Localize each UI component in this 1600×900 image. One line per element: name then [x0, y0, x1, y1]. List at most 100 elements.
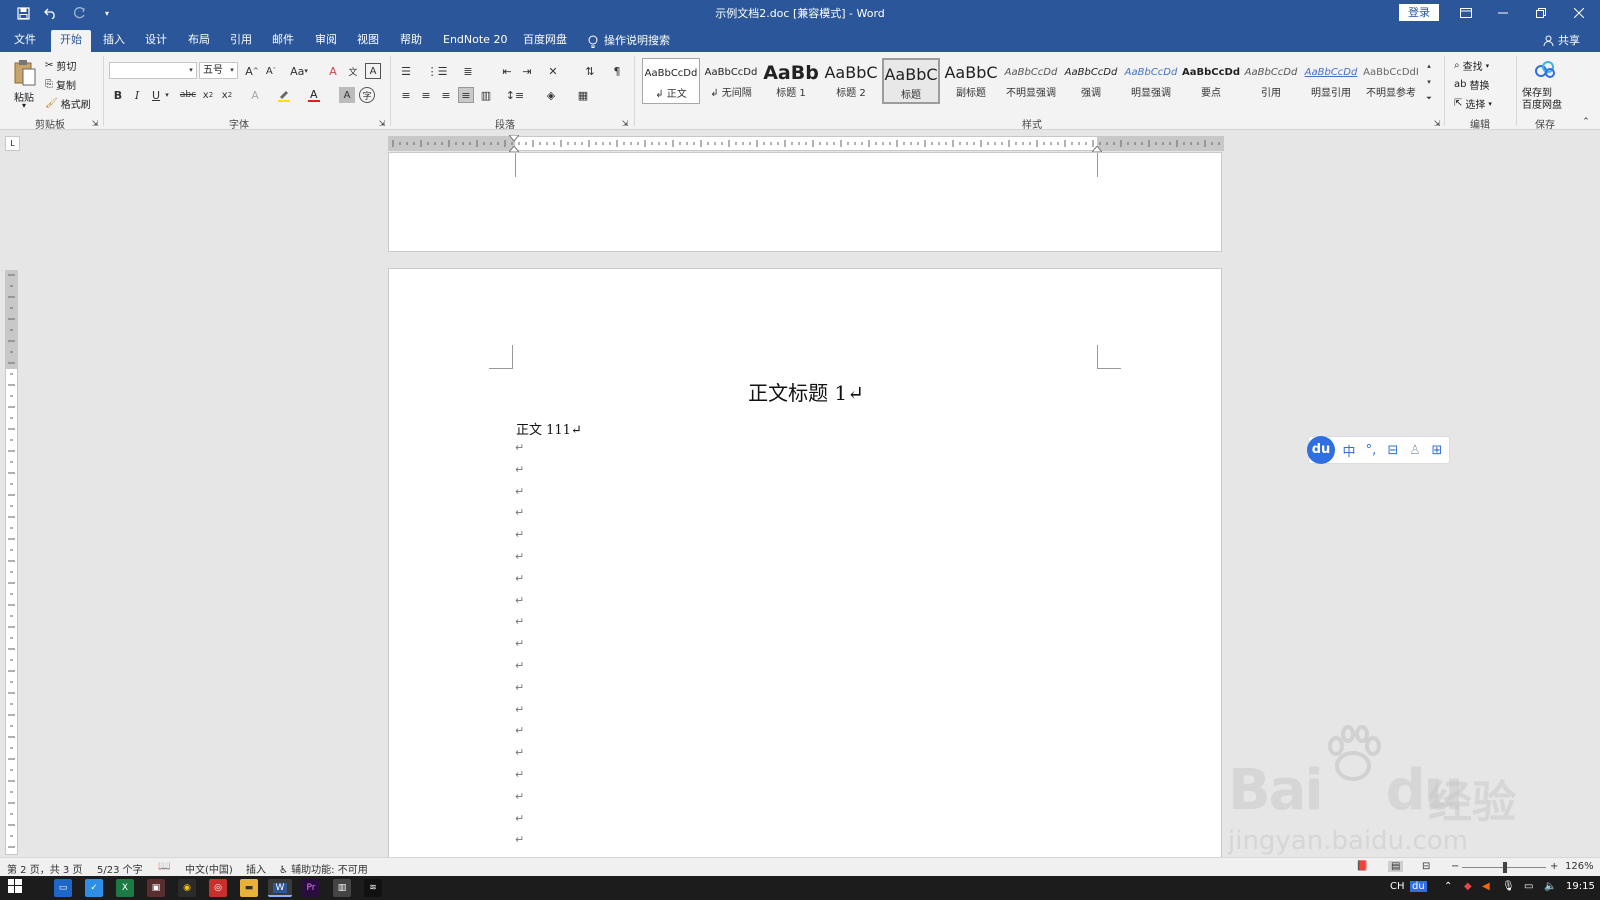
ime-lang-indicator[interactable]: CH: [1390, 881, 1405, 892]
premiere-icon[interactable]: Pr: [302, 879, 320, 897]
character-shading-icon[interactable]: A: [339, 87, 355, 103]
document-page[interactable]: 正文标题 1↵ 正文 111↵ ↵ ↵ ↵ ↵ ↵ ↵ ↵ ↵ ↵ ↵ ↵ ↵ ↵ ↵ ↵ ↵ ↵ ↵ ↵: [388, 268, 1222, 858]
style-subtle-emphasis[interactable]: AaBbCcDd 不明显强调: [1002, 58, 1060, 104]
ime-language-toggle[interactable]: 中: [1341, 441, 1357, 460]
tab-insert[interactable]: 插入: [97, 30, 131, 52]
volume-icon[interactable]: 🔈: [1544, 881, 1556, 892]
horizontal-ruler[interactable]: [388, 133, 1224, 153]
language-indicator[interactable]: 中文(中国): [185, 861, 233, 876]
ribbon-display-options-icon[interactable]: [1447, 0, 1485, 26]
zoom-in-icon[interactable]: +: [1550, 861, 1558, 872]
tray-expand-icon[interactable]: ⌃: [1444, 881, 1452, 892]
font-name-dropdown-icon[interactable]: ▾: [186, 63, 196, 77]
paste-icon[interactable]: [12, 58, 38, 88]
tell-me-search[interactable]: 操作说明搜索: [582, 30, 676, 52]
format-painter-button[interactable]: 🖌 格式刷: [45, 96, 91, 111]
tray-app-icon[interactable]: ◀: [1482, 881, 1490, 892]
app-icon[interactable]: ≋: [364, 879, 382, 897]
superscript-icon[interactable]: x2: [219, 87, 235, 103]
app-icon[interactable]: ✓: [85, 879, 103, 897]
restore-icon[interactable]: [1522, 0, 1560, 26]
collapse-ribbon-icon[interactable]: ⌃: [1580, 116, 1592, 128]
baidu-ime-toolbar[interactable]: du 中 °, ⊟ ♙ ⊞: [1307, 436, 1450, 464]
app-icon[interactable]: ▣: [147, 879, 165, 897]
cut-button[interactable]: ✂ 剪切: [45, 58, 76, 73]
style-heading-2[interactable]: AaBbC 标题 2: [822, 58, 880, 104]
tray-app-icon[interactable]: ◆: [1464, 881, 1472, 892]
tab-review[interactable]: 审阅: [309, 30, 343, 52]
tab-references[interactable]: 引用: [224, 30, 258, 52]
phonetic-guide-icon[interactable]: 文: [345, 63, 361, 79]
style-subtitle[interactable]: AaBbC 副标题: [942, 58, 1000, 104]
paste-dropdown-icon[interactable]: ▾: [22, 101, 26, 110]
replace-button[interactable]: ab 替换: [1454, 77, 1489, 92]
baidu-pan-label[interactable]: 百度网盘: [1522, 96, 1562, 111]
align-right-icon[interactable]: ≡: [438, 87, 454, 103]
baidu-cloud-icon[interactable]: [1532, 58, 1558, 80]
select-button[interactable]: ⇱ 选择 ▾: [1454, 96, 1492, 111]
tab-selector[interactable]: L: [5, 136, 20, 151]
change-case-icon[interactable]: Aa ▾: [288, 63, 310, 79]
clipboard-launcher-icon[interactable]: ⇲: [90, 118, 100, 128]
close-icon[interactable]: [1560, 0, 1598, 26]
read-mode-icon[interactable]: 📕: [1356, 861, 1368, 872]
style-quote[interactable]: AaBbCcDd 引用: [1242, 58, 1300, 104]
punctuation-icon[interactable]: °,: [1363, 443, 1379, 458]
decrease-indent-icon[interactable]: ⇤: [499, 63, 515, 79]
tab-home[interactable]: 开始: [51, 30, 91, 52]
login-button[interactable]: 登录: [1399, 4, 1439, 21]
page-indicator[interactable]: 第 2 页，共 3 页: [7, 861, 82, 876]
share-button[interactable]: 共享: [1543, 32, 1580, 48]
style-title[interactable]: AaBbC 标题: [882, 58, 940, 104]
tab-mailings[interactable]: 邮件: [266, 30, 300, 52]
excel-icon[interactable]: X: [116, 879, 134, 897]
multilevel-list-icon[interactable]: ≣: [460, 63, 476, 79]
chrome-icon[interactable]: ◉: [178, 879, 196, 897]
network-icon[interactable]: ▭: [1524, 881, 1533, 892]
character-border-icon[interactable]: A: [365, 63, 381, 79]
zoom-slider-thumb[interactable]: [1503, 862, 1507, 873]
tab-endnote[interactable]: EndNote 20: [437, 30, 513, 52]
underline-dropdown-icon[interactable]: ▾: [163, 87, 171, 103]
styles-scroll-down-icon[interactable]: ▾: [1424, 74, 1434, 90]
user-icon[interactable]: ♙: [1407, 443, 1423, 458]
task-view-icon[interactable]: ▭: [54, 879, 72, 897]
distributed-icon[interactable]: ▥: [478, 87, 494, 103]
enclose-characters-icon[interactable]: 字: [359, 87, 375, 103]
font-color-icon[interactable]: A: [306, 87, 322, 103]
grid-menu-icon[interactable]: ⊞: [1429, 443, 1445, 458]
insert-mode[interactable]: 插入: [246, 861, 266, 876]
style-strong[interactable]: AaBbCcDd 要点: [1182, 58, 1240, 104]
numbering-icon[interactable]: ⋮☰: [427, 63, 448, 79]
baidu-ime-logo[interactable]: du: [1307, 436, 1335, 464]
style-intense-emphasis[interactable]: AaBbCcDd 明显强调: [1122, 58, 1180, 104]
font-launcher-icon[interactable]: ⇲: [377, 118, 387, 128]
justify-icon[interactable]: ≡: [458, 87, 474, 103]
underline-icon[interactable]: U: [148, 87, 164, 103]
styles-more-icon[interactable]: ⏷: [1424, 90, 1434, 106]
find-button[interactable]: ⌕ 查找 ▾: [1454, 58, 1489, 73]
highlight-icon[interactable]: [276, 87, 292, 103]
tab-design[interactable]: 设计: [139, 30, 173, 52]
tab-baidu-pan[interactable]: 百度网盘: [517, 30, 573, 52]
tab-file[interactable]: 文件: [8, 30, 42, 52]
accessibility-checker[interactable]: ♿ 辅助功能: 不可用: [279, 861, 368, 876]
font-name-input[interactable]: [109, 62, 197, 79]
styles-launcher-icon[interactable]: ⇲: [1432, 118, 1442, 128]
font-size-dropdown-icon[interactable]: ▾: [227, 63, 237, 77]
bold-icon[interactable]: B: [110, 87, 126, 103]
print-layout-icon[interactable]: ▤: [1388, 861, 1404, 872]
shading-icon[interactable]: ◈: [543, 87, 559, 103]
zoom-level[interactable]: 126%: [1565, 861, 1594, 872]
copy-button[interactable]: ⎘ 复制: [45, 77, 76, 92]
strikethrough-icon[interactable]: abc: [180, 87, 196, 103]
minimize-icon[interactable]: [1484, 0, 1522, 26]
italic-icon[interactable]: I: [129, 87, 145, 103]
windows-start-icon[interactable]: [6, 879, 24, 897]
vertical-ruler[interactable]: [5, 270, 18, 855]
style-normal[interactable]: AaBbCcDd ↲ 正文: [642, 58, 700, 104]
style-intense-quote[interactable]: AaBbCcDd 明显引用: [1302, 58, 1360, 104]
document-page[interactable]: [388, 152, 1222, 252]
first-line-indent-marker[interactable]: [507, 133, 521, 142]
grow-font-icon[interactable]: A ^: [244, 63, 260, 79]
